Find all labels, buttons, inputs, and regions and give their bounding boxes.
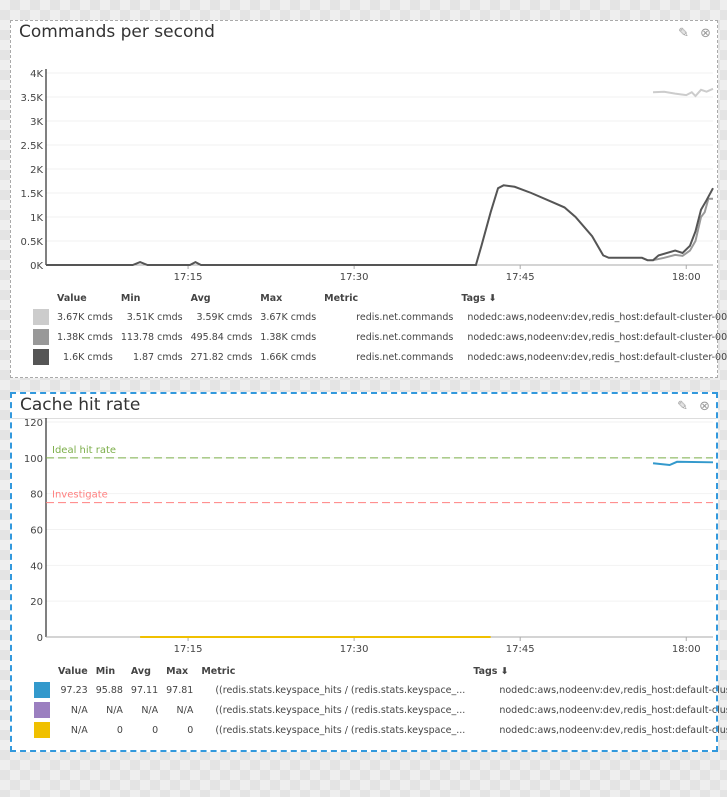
legend-avg: 495.84 cmds	[190, 331, 253, 343]
legend-min: 0	[116, 724, 123, 736]
y-tick-label: 20	[30, 597, 43, 608]
legend-min: 3.51K cmds	[126, 311, 183, 323]
legend-tags: nodedc:aws,nodeenv:dev,redis_host:defaul…	[499, 684, 727, 696]
marker-label: Ideal hit rate	[52, 445, 116, 456]
y-tick-label: 1.5K	[21, 189, 44, 200]
legend-metric: ((redis.stats.keyspace_hits / (redis.sta…	[215, 724, 466, 736]
y-tick-label: 3K	[30, 117, 43, 128]
x-tick-label: 17:45	[506, 644, 535, 655]
column-header[interactable]: Min	[117, 289, 187, 307]
column-header[interactable]: Avg	[187, 289, 257, 307]
column-header[interactable]: Metric	[197, 662, 469, 680]
y-tick-label: 4K	[30, 69, 43, 80]
series-line	[652, 197, 713, 262]
color-swatch	[33, 309, 49, 325]
legend-min: 95.88	[95, 684, 123, 696]
legend-tags: nodedc:aws,nodeenv:dev,redis_host:defaul…	[499, 724, 727, 736]
legend-tags: nodedc:aws,nodeenv:dev,redis_host:defaul…	[467, 351, 727, 363]
y-tick-label: 60	[30, 526, 43, 537]
legend-max: 97.81	[166, 684, 194, 696]
color-swatch	[34, 682, 50, 698]
cache-hit-rate-widget: Cache hit rate ✎ ⊗ 0 20 40 60 80 100 120 17:15 1…	[10, 392, 727, 752]
column-header[interactable]: Max	[256, 289, 320, 307]
commands-per-second-widget: Commands per second ✎ ⊗ 0K 0.5K 1K 1.5K 2K 2.…	[10, 20, 727, 378]
legend-metric: redis.net.commands	[356, 351, 454, 363]
legend-metric: redis.net.commands	[356, 311, 454, 323]
legend-max: N/A	[176, 704, 194, 716]
x-tick-label: 17:30	[340, 644, 369, 655]
legend-avg: 3.59K cmds	[196, 311, 253, 323]
legend-avg: 0	[152, 724, 159, 736]
column-header[interactable]: Max	[162, 662, 197, 680]
legend-row[interactable]: 1.38K cmds 113.78 cmds 495.84 cmds 1.38K cm…	[29, 327, 727, 347]
x-tick-label: 17:15	[174, 644, 203, 655]
legend-value: N/A	[70, 724, 88, 736]
x-tick-label: 18:00	[672, 644, 701, 655]
legend-row[interactable]: 97.23 95.88 97.11 97.81 ((redis.stats.keyspa…	[30, 680, 727, 700]
commands-chart: 0K 0.5K 1K 1.5K 2K 2.5K 3K 3.5K 4K 17:15 17:30 17:4…	[21, 69, 714, 283]
x-tick-label: 18:00	[672, 272, 701, 283]
legend-min: 1.87 cmds	[132, 351, 183, 363]
x-tick-label: 17:15	[174, 272, 203, 283]
legend-value: 3.67K cmds	[57, 311, 113, 323]
column-header[interactable]: Tags ⬇	[469, 662, 727, 680]
legend-value: 1.6K cmds	[63, 351, 113, 363]
y-tick-label: 0	[37, 633, 43, 644]
column-header[interactable]: Min	[92, 662, 127, 680]
y-tick-label: 2K	[30, 165, 43, 176]
y-tick-label: 80	[30, 490, 43, 501]
legend-min: N/A	[106, 704, 123, 716]
legend-metric: redis.net.commands	[356, 331, 454, 343]
marker-label: Investigate	[52, 490, 108, 501]
column-header[interactable]: Value	[54, 662, 92, 680]
legend-header: Value Min Avg Max Metric Tags ⬇	[30, 662, 727, 680]
x-tick-label: 17:45	[506, 272, 535, 283]
legend-value: 97.23	[60, 684, 88, 696]
legend-tags: nodedc:aws,nodeenv:dev,redis_host:defaul…	[467, 331, 727, 343]
legend-max: 1.38K cmds	[260, 331, 317, 343]
y-tick-label: 40	[30, 561, 43, 572]
legend-value: 1.38K cmds	[57, 331, 113, 343]
color-swatch	[33, 349, 49, 365]
legend-avg: 271.82 cmds	[190, 351, 253, 363]
legend-max: 1.66K cmds	[260, 351, 317, 363]
legend-metric: ((redis.stats.keyspace_hits / (redis.sta…	[215, 684, 466, 696]
x-tick-label: 17:30	[340, 272, 369, 283]
legend-max: 3.67K cmds	[260, 311, 317, 323]
legend-table: Value Min Avg Max Metric Tags ⬇ 3.67K cmds 3.51…	[29, 289, 727, 367]
series-line	[46, 184, 714, 266]
legend-row[interactable]: N/A 0 0 0 ((redis.stats.keyspace_hits / (red…	[30, 720, 727, 740]
legend-max: 0	[187, 724, 194, 736]
legend-table: Value Min Avg Max Metric Tags ⬇ 97.23 95.88 97.1…	[30, 662, 727, 740]
legend-row[interactable]: 1.6K cmds 1.87 cmds 271.82 cmds 1.66K cmds r…	[29, 347, 727, 367]
cache-hit-chart: 0 20 40 60 80 100 120 17:15 17:30 17:45 18:00 Ideal…	[24, 418, 714, 655]
series-line	[652, 87, 714, 98]
legend-min: 113.78 cmds	[120, 331, 183, 343]
y-tick-label: 0.5K	[21, 237, 44, 248]
legend-header: Value Min Avg Max Metric Tags ⬇	[29, 289, 727, 307]
legend-avg: N/A	[141, 704, 159, 716]
y-tick-label: 100	[24, 454, 43, 465]
color-swatch	[34, 702, 50, 718]
y-tick-label: 0K	[30, 261, 43, 272]
legend-tags: nodedc:aws,nodeenv:dev,redis_host:defaul…	[499, 704, 727, 716]
column-header[interactable]: Value	[53, 289, 117, 307]
legend-metric: ((redis.stats.keyspace_hits / (redis.sta…	[215, 704, 466, 716]
legend-value: N/A	[70, 704, 88, 716]
column-header[interactable]: Tags ⬇	[457, 289, 727, 307]
legend-tags: nodedc:aws,nodeenv:dev,redis_host:defaul…	[467, 311, 727, 323]
legend-row[interactable]: N/A N/A N/A N/A ((redis.stats.keyspace_hits …	[30, 700, 727, 720]
legend-row[interactable]: 3.67K cmds 3.51K cmds 3.59K cmds 3.67K cmds…	[29, 307, 727, 327]
y-tick-label: 3.5K	[21, 93, 44, 104]
y-tick-label: 120	[24, 418, 43, 429]
column-header[interactable]: Metric	[320, 289, 457, 307]
color-swatch	[34, 722, 50, 738]
series-line	[652, 460, 714, 467]
legend-avg: 97.11	[130, 684, 159, 696]
column-header[interactable]: Avg	[127, 662, 162, 680]
color-swatch	[33, 329, 49, 345]
y-tick-label: 1K	[30, 213, 43, 224]
y-tick-label: 2.5K	[21, 141, 44, 152]
